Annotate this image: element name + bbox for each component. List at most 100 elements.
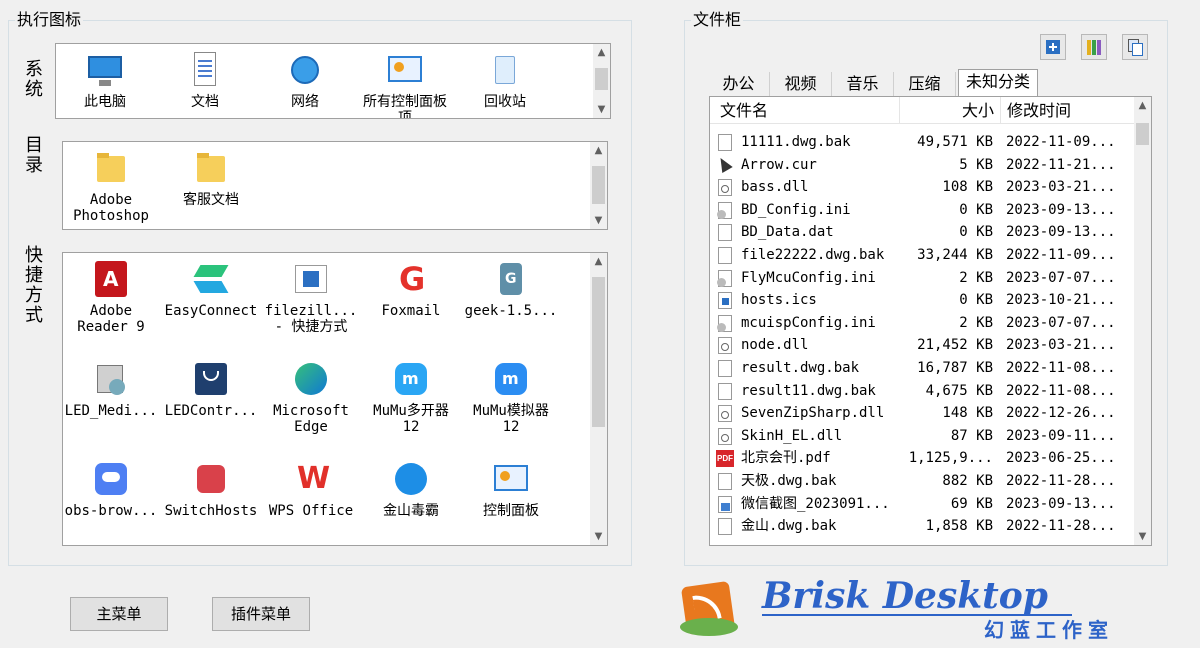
icon-item[interactable]: 文档 xyxy=(157,50,253,110)
file-size: 0 KB xyxy=(959,292,993,309)
tab-4[interactable]: 压缩 xyxy=(894,72,956,96)
icon-item[interactable]: filezill... - 快捷方式 xyxy=(263,259,359,335)
directory-scrollbar[interactable]: ▲ ▼ xyxy=(590,142,607,229)
copy-icon[interactable] xyxy=(1122,34,1148,60)
scroll-up-icon[interactable]: ▲ xyxy=(590,142,607,159)
column-modified[interactable]: 修改时间 xyxy=(1001,97,1136,124)
icon-item[interactable]: SwitchHosts xyxy=(163,459,259,519)
file-row[interactable]: PDF 北京会刊.pdf 1,125,9... 2023-06-25... xyxy=(710,447,1136,470)
icon-item[interactable]: obs-brow... xyxy=(63,459,159,519)
file-size: 1,858 KB xyxy=(925,518,993,535)
tab-5[interactable]: 未知分类 xyxy=(958,69,1038,96)
file-row[interactable]: Arrow.cur 5 KB 2022-11-21... xyxy=(710,154,1136,177)
file-row[interactable]: BD_Config.ini 0 KB 2023-09-13... xyxy=(710,199,1136,222)
icon-item[interactable]: LED_Medi... xyxy=(63,359,159,419)
icon-item[interactable]: 金山毒霸 xyxy=(363,459,459,519)
column-name[interactable]: 文件名 xyxy=(710,97,900,124)
file-size: 882 KB xyxy=(942,473,993,489)
scroll-down-icon[interactable]: ▼ xyxy=(593,101,610,118)
studio-name: 幻蓝工作室 xyxy=(984,618,1114,642)
geek-icon: G xyxy=(491,259,531,299)
pdf-icon: PDF xyxy=(716,450,734,468)
file-name: result11.dwg.bak xyxy=(741,382,876,399)
main-menu-button[interactable]: 主菜单 xyxy=(70,597,168,631)
icon-item[interactable]: 客服文档 xyxy=(163,148,259,208)
file-name: BD_Config.ini xyxy=(741,201,851,218)
tab-2[interactable]: 视频 xyxy=(770,72,832,96)
exec-icons-title: 执行图标 xyxy=(15,10,84,29)
scroll-down-icon[interactable]: ▼ xyxy=(590,212,607,229)
icon-item[interactable]: Microsoft Edge xyxy=(263,359,359,435)
file-size: 148 KB xyxy=(942,405,993,422)
file-row[interactable]: BD_Data.dat 0 KB 2023-09-13... xyxy=(710,221,1136,244)
file-row[interactable]: SkinH_EL.dll 87 KB 2023-09-11... xyxy=(710,425,1136,448)
file-row[interactable]: FlyMcuConfig.ini 2 KB 2023-07-07... xyxy=(710,267,1136,290)
file-row[interactable]: 微信截图_2023091... 69 KB 2023-09-13... xyxy=(710,493,1136,516)
icon-item[interactable]: 所有控制面板项 xyxy=(357,50,453,119)
file-name: 天极.dwg.bak xyxy=(741,473,837,489)
scroll-up-icon[interactable]: ▲ xyxy=(1134,97,1151,114)
icon-label: filezill... - 快捷方式 xyxy=(264,303,358,335)
tab-3[interactable]: 音乐 xyxy=(832,72,894,96)
icon-item[interactable]: G Foxmail xyxy=(363,259,459,319)
icon-item[interactable]: m MuMu模拟器 12 xyxy=(463,359,559,435)
icon-item[interactable]: m MuMu多开器 12 xyxy=(363,359,459,435)
brand-logo xyxy=(680,578,738,640)
file-row[interactable]: result.dwg.bak 16,787 KB 2022-11-08... xyxy=(710,357,1136,380)
file-size: 5 KB xyxy=(959,156,993,173)
file-list-scrollbar[interactable]: ▲ ▼ xyxy=(1134,97,1151,545)
file-row[interactable]: 11111.dwg.bak 49,571 KB 2022-11-09... xyxy=(710,131,1136,154)
icon-item[interactable]: 回收站 xyxy=(457,50,553,110)
file-modified: 2022-12-26... xyxy=(1006,405,1116,422)
file-row[interactable]: bass.dll 108 KB 2023-03-21... xyxy=(710,176,1136,199)
add-icon[interactable] xyxy=(1040,34,1066,60)
shortcut-scrollbar[interactable]: ▲ ▼ xyxy=(590,253,607,545)
columns-icon[interactable] xyxy=(1081,34,1107,60)
file-icon xyxy=(718,360,732,377)
tab-1[interactable]: 办公 xyxy=(708,72,770,96)
icon-label: 所有控制面板项 xyxy=(363,94,447,119)
icon-item[interactable]: EasyConnect xyxy=(163,259,259,319)
file-row[interactable]: hosts.ics 0 KB 2023-10-21... xyxy=(710,289,1136,312)
file-modified: 2023-10-21... xyxy=(1006,292,1116,309)
icon-item[interactable]: Adobe Photoshop xyxy=(63,148,159,224)
icon-item[interactable]: LEDContr... xyxy=(163,359,259,419)
column-size[interactable]: 大小 xyxy=(900,97,1001,124)
icon-item[interactable]: Ggeek-1.5... xyxy=(463,259,559,319)
icon-label: 网络 xyxy=(291,94,319,110)
file-row[interactable]: SevenZipSharp.dll 148 KB 2022-12-26... xyxy=(710,402,1136,425)
plugin-menu-button[interactable]: 插件菜单 xyxy=(212,597,310,631)
document-icon xyxy=(185,50,225,90)
file-row[interactable]: 金山.dwg.bak 1,858 KB 2022-11-28... xyxy=(710,515,1136,538)
icon-label: Microsoft Edge xyxy=(273,403,349,435)
icon-item[interactable]: 网络 xyxy=(257,50,353,110)
led-control-icon xyxy=(191,359,231,399)
ini-icon xyxy=(717,314,732,332)
icon-item[interactable]: W WPS Office xyxy=(263,459,359,520)
scroll-up-icon[interactable]: ▲ xyxy=(593,44,610,61)
shortcut-panel: A Adobe Reader 9 EasyConnect filezill... - … xyxy=(62,252,608,546)
icon-item[interactable]: 控制面板 xyxy=(463,459,559,519)
filezilla-icon xyxy=(291,259,331,299)
file-size: 87 KB xyxy=(950,427,993,444)
system-scrollbar[interactable]: ▲ ▼ xyxy=(593,44,610,118)
mumu-emulator-icon: m xyxy=(491,359,531,399)
scroll-down-icon[interactable]: ▼ xyxy=(590,528,607,545)
file-icon xyxy=(718,473,732,490)
file-row[interactable]: node.dll 21,452 KB 2023-03-21... xyxy=(710,334,1136,357)
folder-icon xyxy=(91,148,131,188)
file-name: BD_Data.dat xyxy=(741,224,834,241)
mumu-multi-icon: m xyxy=(391,359,431,399)
file-row[interactable]: file22222.dwg.bak 33,244 KB 2022-11-09... xyxy=(710,244,1136,267)
file-row[interactable]: result11.dwg.bak 4,675 KB 2022-11-08... xyxy=(710,380,1136,403)
file-row[interactable]: mcuispConfig.ini 2 KB 2023-07-07... xyxy=(710,312,1136,335)
file-modified: 2023-09-11... xyxy=(1006,427,1116,444)
icon-item[interactable]: A Adobe Reader 9 xyxy=(63,259,159,335)
file-row[interactable]: 天极.dwg.bak 882 KB 2022-11-28... xyxy=(710,470,1136,493)
scroll-down-icon[interactable]: ▼ xyxy=(1134,528,1151,545)
file-size: 0 KB xyxy=(959,224,993,241)
directory-panel: Adobe Photoshop 客服文档 ▲ ▼ xyxy=(62,141,608,230)
icon-item[interactable]: 此电脑 xyxy=(57,50,153,110)
adobe-reader-icon: A xyxy=(91,259,131,299)
scroll-up-icon[interactable]: ▲ xyxy=(590,253,607,270)
